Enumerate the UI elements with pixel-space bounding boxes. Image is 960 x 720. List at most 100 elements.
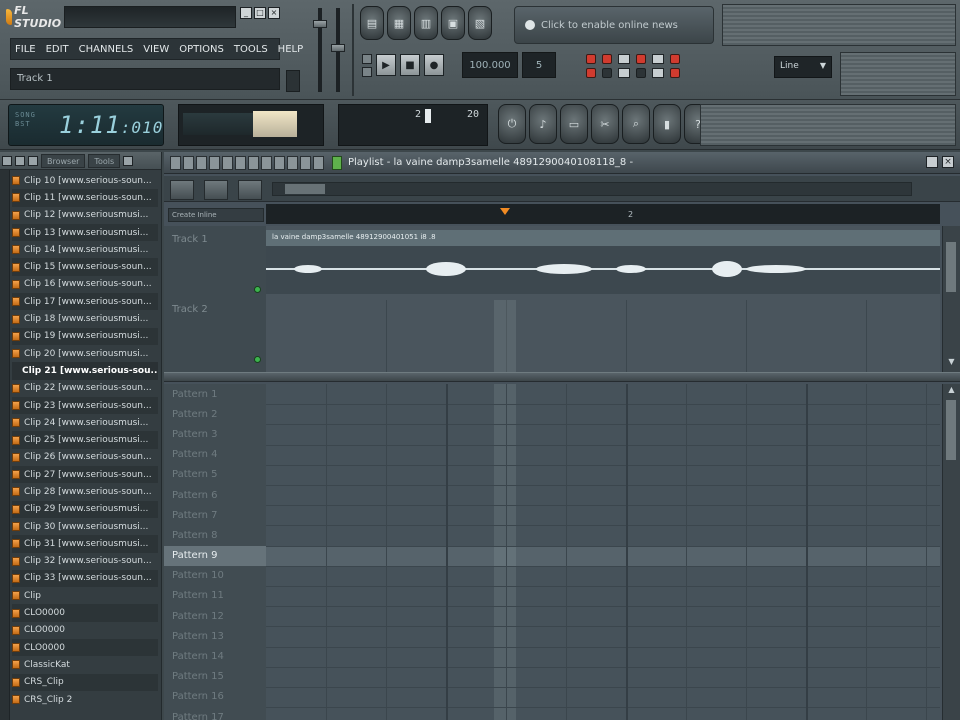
browser-item[interactable]: Clip 24 [www.seriousmusi...	[12, 414, 158, 431]
horizontal-scroll-thumb[interactable]	[285, 184, 325, 194]
pattern-item[interactable]: Pattern 16	[164, 687, 266, 707]
browser-item[interactable]: Clip 29 [www.seriousmusi...	[12, 500, 158, 518]
timeline-ruler[interactable]: 2	[266, 204, 940, 224]
countdown-led[interactable]	[602, 68, 612, 78]
pattern-item[interactable]: Pattern 17	[164, 707, 266, 720]
piano-roll-shortcut-icon[interactable]: ▥	[414, 6, 438, 40]
channel-rack-icon[interactable]: ♪	[529, 104, 557, 144]
view-tool-icon[interactable]	[300, 155, 311, 170]
menu-file[interactable]: FILE	[15, 44, 36, 55]
disk-icon[interactable]: ▮	[653, 104, 681, 144]
browser-item[interactable]: Clip 25 [www.seriousmusi...	[12, 431, 158, 449]
browser-item[interactable]: CLO0000	[12, 622, 158, 639]
overdub-icon[interactable]	[652, 54, 664, 64]
browser-item[interactable]: CRS_Clip 2	[12, 691, 158, 708]
track-1-mute-led[interactable]	[254, 286, 261, 293]
close-button[interactable]: ×	[268, 7, 280, 19]
step-edit-led[interactable]	[586, 68, 596, 78]
ruler-label[interactable]: Create Inline	[168, 208, 264, 222]
mute-tool-icon[interactable]	[222, 155, 233, 170]
scroll-up-icon[interactable]: ▲	[943, 384, 960, 396]
playlist-splitter[interactable]	[164, 372, 960, 382]
paint-tool-icon[interactable]	[196, 155, 207, 170]
stop-button[interactable]: ■	[400, 54, 420, 76]
master-pitch-slider[interactable]	[331, 44, 345, 52]
blend-notes-led[interactable]	[602, 54, 612, 64]
browser-item[interactable]: Clip 21 [www.serious-sou...	[12, 362, 158, 380]
select-tool-icon[interactable]	[248, 155, 259, 170]
scroll-icon[interactable]	[652, 68, 664, 78]
magnet-icon[interactable]: ✂	[591, 104, 619, 144]
tracks-scroll-thumb[interactable]	[946, 242, 956, 292]
slice-tool-icon[interactable]	[235, 155, 246, 170]
browser-item[interactable]: CLO0000	[12, 639, 158, 657]
playback-tool-icon[interactable]	[274, 155, 285, 170]
pattern-grid[interactable]	[266, 384, 940, 720]
save-icon[interactable]: ▭	[560, 104, 588, 144]
pattern-mode-led[interactable]	[362, 53, 372, 64]
hint-panel-toggle[interactable]	[286, 70, 300, 92]
snap-tool-icon[interactable]	[287, 155, 298, 170]
pattern-item[interactable]: Pattern 4	[164, 445, 266, 465]
playlist-play-icon[interactable]	[332, 155, 342, 170]
zoom-button[interactable]	[238, 180, 262, 200]
pattern-item[interactable]: Pattern 12	[164, 606, 266, 626]
step-sequencer-shortcut-icon[interactable]: ▦	[387, 6, 411, 40]
multilink-led[interactable]	[636, 68, 646, 78]
browser-item[interactable]: Clip 23 [www.serious-soun...	[12, 396, 158, 415]
browser-item[interactable]: Clip 18 [www.seriousmusi...	[12, 310, 158, 327]
step-record-led[interactable]	[670, 54, 680, 64]
wait-input-icon[interactable]	[618, 68, 630, 78]
browser-item[interactable]: Clip 12 [www.seriousmusi...	[12, 207, 158, 224]
pattern-item[interactable]: Pattern 7	[164, 505, 266, 525]
pencil-tool-icon[interactable]	[183, 155, 194, 170]
browser-item[interactable]: Clip 17 [www.serious-soun...	[12, 293, 158, 311]
pattern-item[interactable]: Pattern 6	[164, 485, 266, 505]
snap-led[interactable]	[670, 68, 680, 78]
tempo-display[interactable]: 100.000	[462, 52, 518, 78]
browser-item[interactable]: Clip 27 [www.serious-soun...	[12, 466, 158, 484]
browser-item[interactable]: Clip 31 [www.seriousmusi...	[12, 535, 158, 553]
track-2-mute-led[interactable]	[254, 356, 261, 363]
browser-item[interactable]: Clip 30 [www.seriousmusi...	[12, 518, 158, 535]
snap-select[interactable]: Line ▼	[774, 56, 832, 78]
pattern-item[interactable]: Pattern 1	[164, 384, 266, 404]
patterns-vertical-scrollbar[interactable]: ▲	[942, 384, 960, 720]
playlist-shortcut-icon[interactable]: ▤	[360, 6, 384, 40]
master-volume-slider[interactable]	[313, 20, 327, 28]
browser-item[interactable]: CLO0000	[12, 604, 158, 622]
browser-close-icon[interactable]	[123, 155, 134, 166]
magnet-snap-button[interactable]	[204, 180, 228, 200]
minimize-button[interactable]: _	[240, 7, 252, 19]
tracks-vertical-scrollbar[interactable]: ▼	[942, 226, 960, 372]
pattern-item[interactable]: Pattern 11	[164, 586, 266, 606]
pattern-item[interactable]: Pattern 13	[164, 626, 266, 646]
zoom-tool-icon[interactable]	[261, 155, 272, 170]
browser-item[interactable]: ClassicKat	[12, 656, 158, 673]
browser-menu-icon[interactable]	[2, 155, 12, 166]
track-2-header[interactable]: Track 2	[164, 304, 266, 315]
track-1-header[interactable]: Track 1	[164, 234, 266, 245]
menu-view[interactable]: VIEW	[143, 44, 169, 55]
pattern-item[interactable]: Pattern 14	[164, 646, 266, 666]
scroll-down-icon[interactable]: ▼	[943, 356, 960, 368]
playlist-close-button[interactable]: ×	[942, 156, 954, 168]
browser-item[interactable]: CRS_Clip	[12, 673, 158, 691]
pattern-selector[interactable]: 5	[522, 52, 556, 78]
browser-item[interactable]: Clip 33 [www.serious-soun...	[12, 569, 158, 588]
pattern-item[interactable]: Pattern 2	[164, 404, 266, 424]
options-tool-icon[interactable]	[313, 155, 324, 170]
menu-options[interactable]: OPTIONS	[179, 44, 224, 55]
browser-item[interactable]: Clip 22 [www.serious-soun...	[12, 380, 158, 397]
song-time-display[interactable]: SONG BST 1:11:010	[8, 104, 164, 146]
browser-item[interactable]: Clip 19 [www.seriousmusi...	[12, 327, 158, 345]
browser-item[interactable]: Clip 14 [www.seriousmusi...	[12, 241, 158, 258]
menu-help[interactable]: HELP	[278, 44, 303, 55]
playlist-detach-icon[interactable]	[926, 156, 938, 168]
browser-item[interactable]: Clip 16 [www.serious-soun...	[12, 276, 158, 293]
tracks-area[interactable]: la vaine damp3samelle 48912900401051 i8 …	[266, 226, 940, 372]
browser-item[interactable]: Clip 32 [www.serious-soun...	[12, 553, 158, 570]
typing-keyboard-led[interactable]	[586, 54, 596, 64]
browser-item[interactable]: Clip	[12, 587, 158, 604]
pattern-item[interactable]: Pattern 3	[164, 424, 266, 444]
